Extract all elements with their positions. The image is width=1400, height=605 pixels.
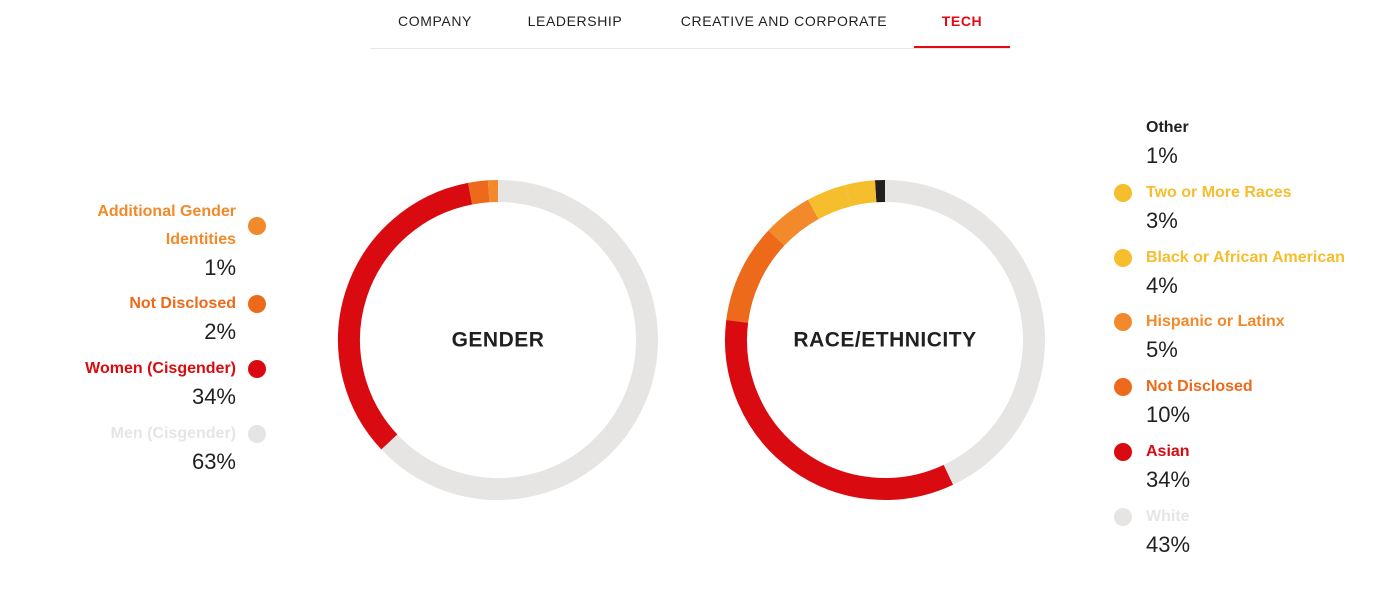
legend-item-two-or-more-races: Two or More Races 3%: [1114, 179, 1396, 235]
legend-item-not-disclosed: Not Disclosed 2%: [0, 290, 266, 346]
donut-slice-women-cisgender: [338, 182, 473, 450]
legend-value: 63%: [191, 449, 236, 474]
legend-item-asian: Asian 34%: [1114, 438, 1396, 494]
chart-title: GENDER: [452, 329, 545, 352]
legend-dot: [1114, 184, 1132, 202]
legend-label: Black or African American: [1146, 249, 1345, 266]
legend-value: 2%: [204, 319, 236, 344]
legend-item-men: Men (Cisgender) 63%: [0, 420, 266, 476]
legend-label: Additional Gender Identities: [97, 203, 236, 248]
legend-value: 1%: [1146, 143, 1178, 168]
legend-label: Men (Cisgender): [110, 425, 236, 442]
legend-item-women: Women (Cisgender) 34%: [0, 355, 266, 411]
gender-legend: Additional Gender Identities 1% Not Disc…: [0, 0, 266, 605]
legend-dot: [1114, 508, 1132, 526]
donut-slice-not-disclosed: [468, 180, 490, 205]
chart-title: RACE/ETHNICITY: [793, 329, 976, 352]
legend-label: Hispanic or Latinx: [1146, 313, 1285, 330]
legend-item-additional-gender-identities: Additional Gender Identities 1%: [0, 198, 266, 282]
legend-value: 1%: [204, 255, 236, 280]
legend-item-hispanic-or-latinx: Hispanic or Latinx 5%: [1114, 308, 1396, 364]
legend-label: Other: [1146, 119, 1189, 136]
legend-item-other: Other 1%: [1146, 114, 1396, 170]
legend-item-black-or-african-american: Black or African American 4%: [1114, 244, 1396, 300]
legend-value: 4%: [1146, 273, 1178, 298]
legend-dot: [1114, 443, 1132, 461]
legend-dot: [1114, 313, 1132, 331]
tab-leadership[interactable]: LEADERSHIP: [505, 0, 645, 48]
tab-bar: COMPANY LEADERSHIP CREATIVE AND CORPORAT…: [370, 0, 1010, 49]
legend-value: 10%: [1146, 402, 1191, 427]
legend-dot: [248, 295, 266, 313]
legend-label: Women (Cisgender): [85, 360, 236, 377]
legend-value: 34%: [191, 384, 236, 409]
tab-creative-and-corporate[interactable]: CREATIVE AND CORPORATE: [662, 0, 906, 48]
legend-value: 34%: [1146, 467, 1191, 492]
donut-slice-hispanic-or-latinx: [768, 199, 819, 246]
legend-dot: [248, 217, 266, 235]
legend-value: 5%: [1146, 337, 1178, 362]
donut-slice-two-or-more-races: [845, 180, 877, 207]
tab-tech[interactable]: TECH: [914, 0, 1010, 48]
donut-slice-black-or-african-american: [807, 185, 851, 220]
donut-slice-not-disclosed: [726, 230, 785, 323]
legend-dot: [1114, 378, 1132, 396]
tab-company[interactable]: COMPANY: [370, 0, 500, 48]
legend-label: White: [1146, 508, 1190, 525]
legend-dot: [248, 425, 266, 443]
legend-value: 3%: [1146, 208, 1178, 233]
race-ethnicity-donut-chart: RACE/ETHNICITY: [725, 179, 1045, 500]
race-ethnicity-legend: Other 1% Two or More Races 3% Black or A…: [1114, 0, 1400, 605]
gender-donut-chart: GENDER: [338, 179, 658, 500]
legend-item-white: White 43%: [1114, 503, 1396, 559]
legend-label: Asian: [1146, 443, 1190, 460]
legend-dot: [1114, 249, 1132, 267]
legend-item-not-disclosed: Not Disclosed 10%: [1114, 373, 1396, 429]
legend-dot: [248, 360, 266, 378]
legend-label: Not Disclosed: [1146, 378, 1253, 395]
legend-value: 43%: [1146, 532, 1191, 557]
legend-label: Not Disclosed: [129, 295, 236, 312]
legend-label: Two or More Races: [1146, 184, 1292, 201]
